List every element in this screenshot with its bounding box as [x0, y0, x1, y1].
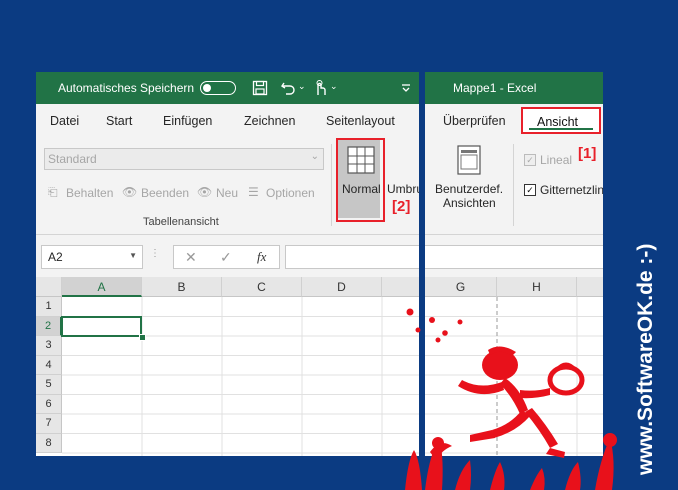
- row-header-1[interactable]: 1: [36, 297, 62, 317]
- tab-zeichnen[interactable]: Zeichnen: [244, 114, 295, 128]
- new-view-icon: 👁: [197, 185, 213, 199]
- name-box[interactable]: A2 ▼: [41, 245, 143, 269]
- ribbon-tab-bar-right: Überprüfen Ansicht: [425, 104, 603, 138]
- column-header-g[interactable]: G: [425, 277, 497, 297]
- tab-ueberpruefen[interactable]: Überprüfen: [443, 114, 506, 128]
- custom-views-button-line1[interactable]: Benutzerdef.: [435, 182, 503, 196]
- ribbon-view-tab: Standard ⌄ ⎗ Behalten 👁 Beenden 👁 Neu ☰ …: [36, 138, 419, 235]
- keep-view-button[interactable]: Behalten: [66, 186, 113, 200]
- ribbon-view-tab-right: Benutzerdef. Ansichten ✓ Lineal [1] ✓ Gi…: [425, 138, 603, 235]
- title-bar-right: Mappe1 - Excel: [425, 72, 603, 104]
- undo-icon[interactable]: [280, 80, 296, 96]
- workbook-title: Mappe1 - Excel: [453, 81, 537, 95]
- options-icon: ☰: [248, 185, 259, 199]
- column-header-a[interactable]: A: [62, 277, 142, 297]
- column-header-c[interactable]: C: [222, 277, 302, 297]
- row-header-5[interactable]: 5: [36, 375, 62, 395]
- excel-window-left: Automatisches Speichern ⌄ ⌄ Datei Start …: [36, 72, 419, 456]
- page-break-view-button[interactable]: Umbruch: [387, 182, 419, 196]
- formula-input[interactable]: [285, 245, 419, 269]
- worksheet-grid[interactable]: A B C D 1 2 3 4 5 6 7 8: [36, 277, 419, 456]
- enter-icon[interactable]: ✓: [220, 249, 232, 266]
- customize-qat-icon[interactable]: [400, 82, 412, 94]
- custom-views-button-line2[interactable]: Ansichten: [443, 196, 496, 210]
- row-header-8[interactable]: 8: [36, 433, 62, 453]
- touch-mode-icon[interactable]: [312, 79, 328, 97]
- select-all-corner[interactable]: [36, 277, 62, 297]
- formula-bar: A2 ▼ ⋮ ✕ ✓ fx: [36, 235, 419, 277]
- exit-view-icon: 👁: [122, 185, 138, 199]
- tab-ansicht-label: Ansicht: [537, 115, 578, 129]
- title-bar: Automatisches Speichern ⌄ ⌄: [36, 72, 419, 104]
- formula-bar-right: [425, 235, 603, 277]
- options-button[interactable]: Optionen: [266, 186, 315, 200]
- undo-dropdown-icon[interactable]: ⌄: [298, 81, 306, 92]
- ruler-checkbox[interactable]: ✓: [524, 154, 536, 166]
- row-header-2[interactable]: 2: [36, 316, 62, 336]
- tab-start[interactable]: Start: [106, 114, 132, 128]
- highlight-box-normal: [336, 138, 385, 222]
- column-header-b[interactable]: B: [142, 277, 222, 297]
- chevron-down-icon: ⌄: [310, 151, 319, 162]
- keep-view-icon: ⎗: [48, 185, 58, 199]
- tab-ansicht[interactable]: Ansicht: [521, 107, 601, 134]
- column-header-d[interactable]: D: [302, 277, 382, 297]
- new-view-button[interactable]: Neu: [216, 186, 238, 200]
- sheet-view-dropdown[interactable]: Standard ⌄: [44, 148, 324, 170]
- group-divider: [513, 144, 514, 226]
- row-header-3[interactable]: 3: [36, 336, 62, 356]
- ruler-label: Lineal: [540, 153, 573, 167]
- red-stickman-illustration: [405, 308, 617, 490]
- row-header-4[interactable]: 4: [36, 355, 62, 375]
- ribbon-tab-bar: Datei Start Einfügen Zeichnen Seitenlayo…: [36, 104, 419, 138]
- column-header-i-partial[interactable]: [577, 277, 603, 297]
- insert-function-icon[interactable]: fx: [257, 249, 266, 265]
- group-label-sheet-view: Tabellenansicht: [143, 216, 219, 228]
- active-cell-a2[interactable]: [61, 316, 142, 337]
- formula-input-right[interactable]: [425, 245, 603, 269]
- gridlines-label: Gitternetzlin: [540, 183, 603, 197]
- column-header-e-partial[interactable]: [382, 277, 419, 297]
- autosave-toggle[interactable]: [200, 81, 236, 95]
- autosave-label: Automatisches Speichern: [58, 81, 195, 95]
- cancel-icon[interactable]: ✕: [185, 249, 197, 266]
- custom-views-icon: [457, 145, 481, 175]
- save-icon[interactable]: [252, 80, 268, 96]
- tab-datei[interactable]: Datei: [50, 114, 79, 128]
- chevron-down-icon: ▼: [129, 251, 137, 260]
- touch-dropdown-icon[interactable]: ⌄: [330, 81, 338, 92]
- tab-einfuegen[interactable]: Einfügen: [163, 114, 212, 128]
- group-divider: [331, 144, 332, 226]
- annotation-label-1: [1]: [578, 145, 597, 162]
- annotation-label-2: [2]: [392, 198, 411, 215]
- watermark-label: www.SoftwareOK.de :-): [634, 243, 657, 475]
- tab-seitenlayout[interactable]: Seitenlayout: [326, 114, 395, 128]
- row-header-6[interactable]: 6: [36, 394, 62, 414]
- exit-view-button[interactable]: Beenden: [141, 186, 189, 200]
- fill-handle[interactable]: [139, 334, 146, 341]
- row-header-7[interactable]: 7: [36, 414, 62, 434]
- sheet-view-dropdown-value: Standard: [48, 152, 97, 166]
- formula-action-group: ✕ ✓ fx: [173, 245, 280, 269]
- formula-bar-handle-icon: ⋮: [150, 248, 160, 259]
- watermark-text: www.SoftwareOK.de :-): [634, 185, 658, 475]
- column-header-h[interactable]: H: [497, 277, 577, 297]
- name-box-value: A2: [48, 250, 63, 264]
- gridlines-checkbox[interactable]: ✓: [524, 184, 536, 196]
